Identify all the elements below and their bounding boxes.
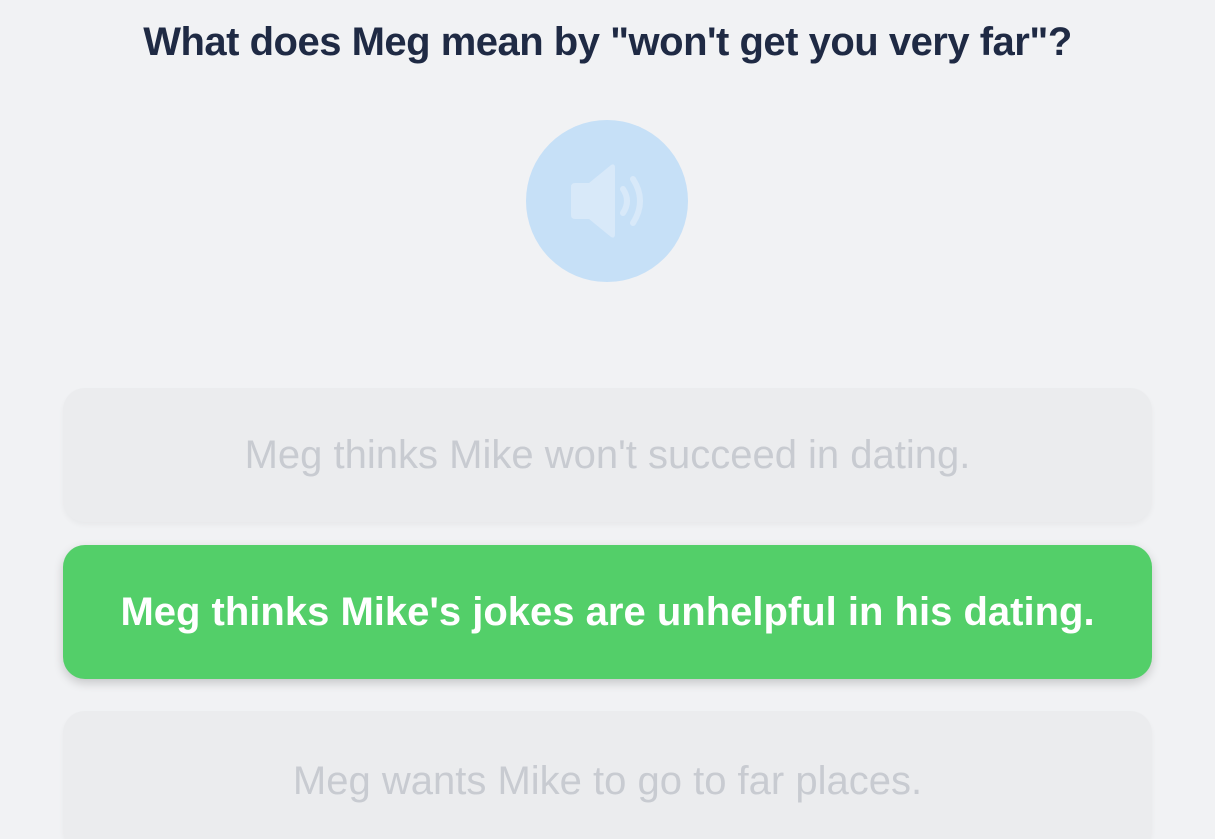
quiz-screen: What does Meg mean by "won't get you ver… (0, 0, 1215, 839)
answer-option-label: Meg thinks Mike's jokes are unhelpful in… (120, 589, 1095, 634)
question-title: What does Meg mean by "won't get you ver… (143, 20, 1072, 64)
answer-option-label: Meg thinks Mike won't succeed in dating. (244, 432, 971, 477)
answer-option-2-selected[interactable]: Meg thinks Mike's jokes are unhelpful in… (63, 545, 1152, 679)
speaker-icon (571, 164, 643, 238)
answer-option-3[interactable]: Meg wants Mike to go to far places. (63, 711, 1152, 839)
answer-option-1[interactable]: Meg thinks Mike won't succeed in dating. (63, 388, 1152, 522)
answer-option-label: Meg wants Mike to go to far places. (292, 758, 923, 803)
play-audio-button[interactable] (526, 120, 688, 282)
